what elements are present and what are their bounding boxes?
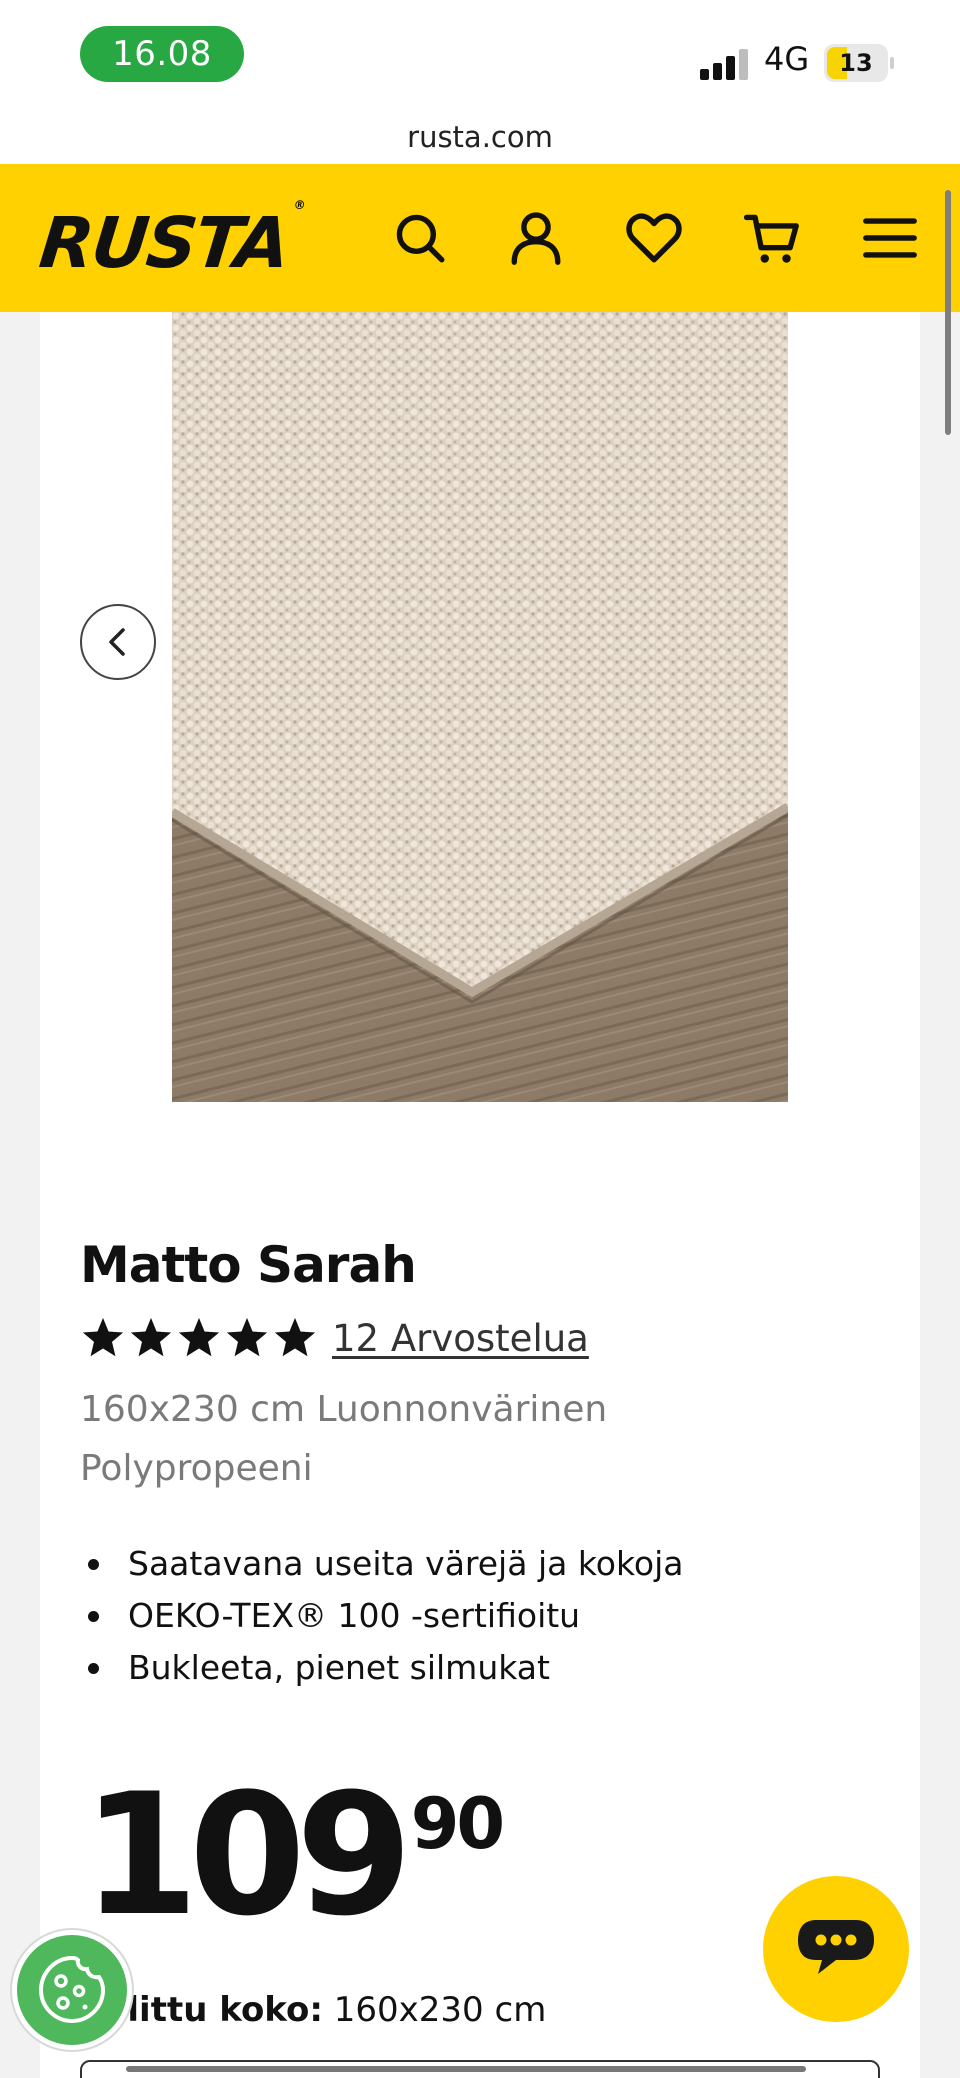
rating-row: 12 Arvostelua <box>80 1310 589 1366</box>
product-image[interactable] <box>172 312 788 1102</box>
logo-registered-mark: ® <box>292 197 305 212</box>
chat-button[interactable] <box>763 1876 909 2022</box>
rating-stars <box>80 1315 318 1361</box>
cart-icon[interactable] <box>742 208 802 268</box>
menu-icon[interactable] <box>860 208 920 268</box>
page-scrollbar[interactable] <box>945 190 951 435</box>
feature-list: Saatavana useita värejä ja kokoja OEKO-T… <box>80 1538 683 1694</box>
search-icon[interactable] <box>390 208 450 268</box>
wishlist-heart-icon[interactable] <box>624 208 684 268</box>
size-selector-bar <box>126 2066 806 2072</box>
star-icon <box>178 1317 220 1357</box>
feature-item: OEKO-TEX® 100 -sertifioitu <box>80 1590 683 1642</box>
product-subtitle: 160x230 cm Luonnonvärinen Polypropeeni <box>80 1389 608 1489</box>
feature-item: Bukleeta, pienet silmukat <box>80 1642 683 1694</box>
star-icon <box>130 1317 172 1357</box>
chevron-left-icon <box>109 628 125 656</box>
selected-size-row: Valittu koko: 160x230 cm <box>80 1990 546 2030</box>
price-decimal: 90 <box>410 1783 505 1865</box>
star-icon <box>82 1317 124 1357</box>
chat-bubble-icon <box>798 1920 874 1974</box>
price-integer: 109 <box>82 1757 413 1953</box>
logo-text: RUSTA <box>35 202 292 284</box>
account-icon[interactable] <box>506 208 566 268</box>
cookie-settings-button[interactable] <box>12 1930 132 2050</box>
product-price: 109 90 <box>82 1757 505 1953</box>
network-type: 4G <box>764 40 810 78</box>
status-bar: 16.08 4G 13 <box>0 0 960 110</box>
browser-url[interactable]: rusta.com <box>0 110 960 164</box>
product-title: Matto Sarah <box>80 1236 417 1294</box>
feature-item: Saatavana useita värejä ja kokoja <box>80 1538 683 1590</box>
status-time: 16.08 <box>80 26 244 82</box>
rusta-logo[interactable]: RUSTA® <box>35 198 305 284</box>
size-selector[interactable] <box>80 2060 880 2078</box>
star-icon <box>274 1317 316 1357</box>
cellular-signal-icon <box>700 48 748 80</box>
reviews-link[interactable]: 12 Arvostelua <box>332 1317 589 1360</box>
site-header: RUSTA® <box>0 164 960 312</box>
battery-icon: 13 <box>824 44 894 82</box>
previous-image-button[interactable] <box>80 604 156 680</box>
selected-size-value: 160x230 cm <box>333 1990 547 2030</box>
battery-level: 13 <box>839 49 873 77</box>
cookie-icon <box>38 1955 106 2024</box>
star-icon <box>226 1317 268 1357</box>
